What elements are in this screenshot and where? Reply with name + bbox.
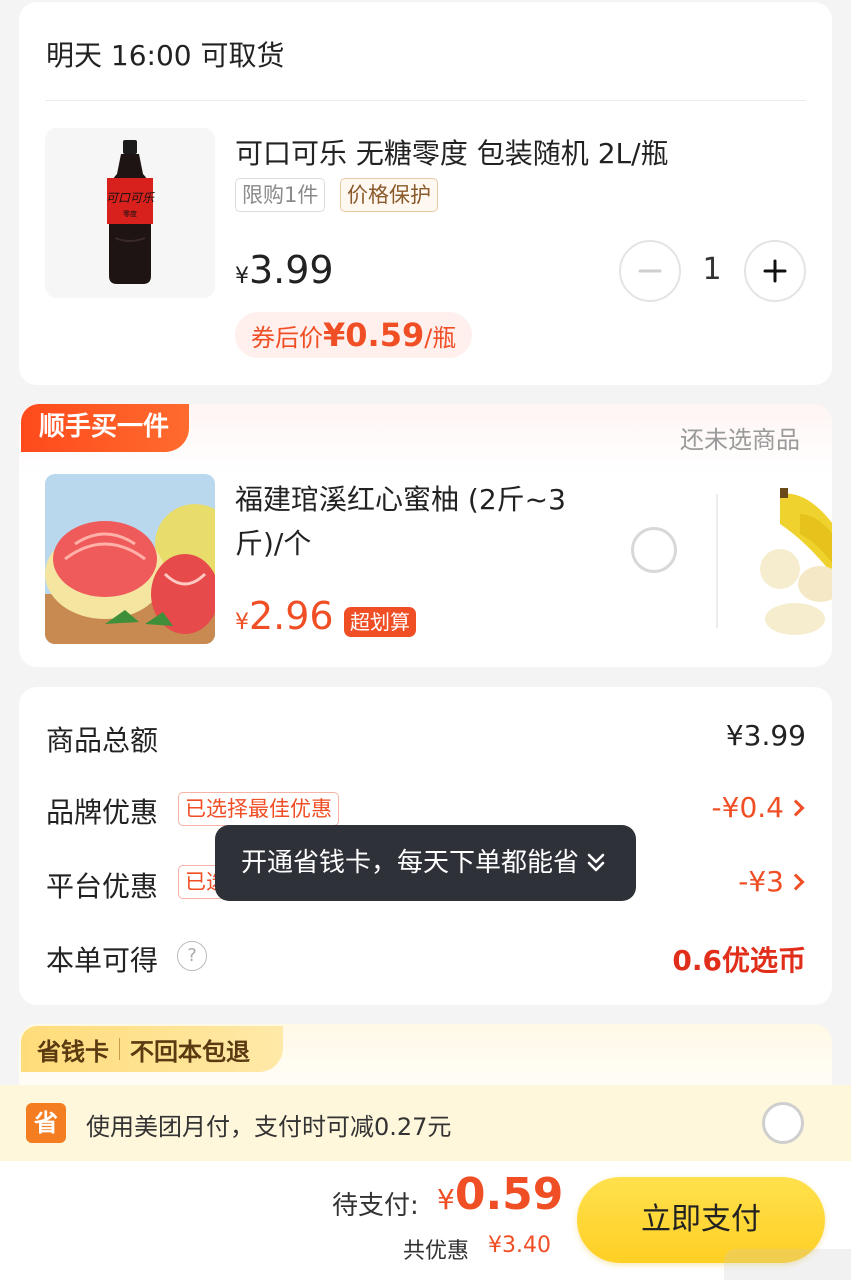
badge-separator: [119, 1038, 120, 1060]
savings-card-slogan: 不回本包退: [130, 1037, 250, 1066]
brand-discount-label: 品牌优惠: [46, 796, 159, 829]
coupon-price-pill: 券后价¥0.59/瓶: [235, 312, 473, 358]
pickup-time: 明天 16:00 可取货: [46, 39, 285, 72]
savings-card-name: 省钱卡: [37, 1037, 109, 1066]
deal-badge: 超划算: [344, 607, 416, 637]
saved-label: 共优惠: [403, 1239, 470, 1264]
banana-image: [750, 474, 832, 644]
platform-discount-label: 平台优惠: [46, 870, 159, 903]
brand-best-tag: 已选择最佳优惠: [178, 792, 339, 826]
save-icon: 省: [26, 1103, 66, 1143]
coupon-value: 0.59: [345, 316, 425, 354]
addon-select-radio[interactable]: [631, 527, 677, 573]
due-label: 待支付:: [332, 1191, 419, 1221]
addon-status: 还未选商品: [680, 426, 800, 454]
savings-card-tooltip[interactable]: 开通省钱卡，每天下单都能省: [215, 825, 636, 901]
coupon-unit: /瓶: [424, 324, 457, 352]
plus-icon: [763, 259, 787, 283]
vertical-divider: [716, 494, 718, 628]
minus-icon: [638, 269, 662, 273]
platform-discount-value: -¥3: [738, 865, 784, 898]
due-value: 0.59: [454, 1169, 564, 1220]
price-symbol: ¥: [235, 264, 249, 289]
coins-value: 0.6优选币: [672, 944, 806, 977]
limit-tag: 限购1件: [235, 178, 326, 212]
quantity-value: 1: [702, 252, 722, 287]
checkout-bar: 待支付: ¥0.59 共优惠 ¥3.40 立即支付: [0, 1161, 851, 1280]
price-protect-tag[interactable]: 价格保护: [340, 178, 438, 212]
help-icon[interactable]: ?: [177, 941, 207, 971]
quantity-increase-button[interactable]: [744, 240, 806, 302]
coupon-symbol: ¥: [323, 316, 346, 354]
total-label: 商品总额: [46, 724, 159, 757]
brand-discount-value: -¥0.4: [711, 791, 784, 824]
product-image[interactable]: 可口可乐 零度: [45, 128, 215, 298]
addon-product-image[interactable]: [45, 474, 215, 644]
platform-discount-row[interactable]: -¥3: [738, 865, 806, 898]
savings-card-badge: 省钱卡 不回本包退: [21, 1026, 283, 1072]
pomelo-image: [45, 474, 215, 644]
quantity-decrease-button[interactable]: [619, 240, 681, 302]
chevron-right-icon: [787, 799, 805, 816]
watermark: [724, 1249, 851, 1280]
addon-next-product-image[interactable]: [750, 474, 832, 644]
monthly-pay-option[interactable]: 省 使用美团月付，支付时可减0.27元: [0, 1085, 851, 1161]
monthly-pay-text: 使用美团月付，支付时可减0.27元: [86, 1113, 452, 1141]
double-chevron-down-icon: [587, 853, 605, 872]
monthly-pay-radio[interactable]: [762, 1102, 804, 1144]
addon-price-value: 2.96: [249, 594, 334, 638]
product-title[interactable]: 可口可乐 无糖零度 包装随机 2L/瓶: [235, 132, 669, 172]
due-symbol: ¥: [437, 1183, 455, 1216]
cola-bottle-image: 可口可乐 零度: [45, 128, 215, 298]
brand-discount-row[interactable]: -¥0.4: [712, 791, 806, 824]
price-value: 3.99: [249, 248, 334, 292]
addon-product-price: ¥2.96: [235, 594, 334, 638]
chevron-right-icon: [787, 873, 805, 890]
addon-price-symbol: ¥: [235, 610, 249, 635]
total-value: ¥3.99: [725, 719, 806, 752]
svg-text:可口可乐: 可口可乐: [106, 191, 155, 205]
order-item-card: 明天 16:00 可取货 可口可乐 零度 可口可乐 无糖零度 包装随机 2L/瓶…: [19, 2, 832, 385]
addon-product-title[interactable]: 福建琯溪红心蜜柚 (2斤~3斤)/个: [235, 478, 595, 566]
divider: [45, 100, 806, 101]
coins-label: 本单可得: [46, 944, 159, 977]
saved-amount: ¥3.40: [488, 1233, 551, 1258]
due-amount: ¥0.59: [437, 1169, 563, 1220]
svg-text:零度: 零度: [123, 209, 137, 218]
tooltip-text: 开通省钱卡，每天下单都能省: [241, 848, 580, 878]
addon-card: 顺手买一件 还未选商品 福建琯溪红心蜜柚 (2斤~3斤)/个 ¥2.96 超划算: [19, 404, 832, 667]
coupon-prefix: 券后价: [251, 324, 323, 352]
addon-badge: 顺手买一件: [21, 404, 189, 452]
product-price: ¥3.99: [235, 248, 334, 292]
